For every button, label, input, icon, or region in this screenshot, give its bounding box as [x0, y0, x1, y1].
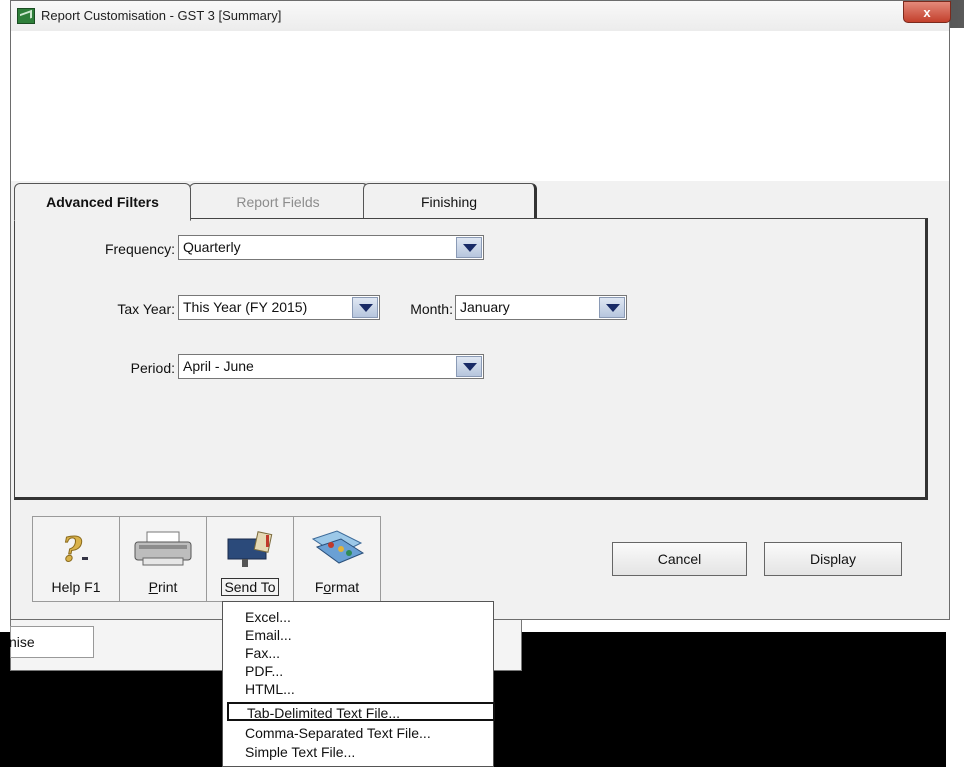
frequency-select[interactable]: Quarterly: [178, 235, 484, 260]
menu-item-simple-text[interactable]: Simple Text File...: [227, 743, 489, 762]
menu-item-email[interactable]: Email...: [227, 626, 489, 645]
tab-advanced-filters[interactable]: Advanced Filters: [14, 183, 191, 221]
tax-year-value: This Year (FY 2015): [183, 299, 308, 315]
send-to-label-text: Send To: [221, 578, 279, 596]
report-app-icon: [17, 8, 35, 24]
tax-year-select[interactable]: This Year (FY 2015): [178, 295, 380, 320]
tax-year-label: Tax Year:: [117, 301, 175, 317]
tab-report-fields-label: Report Fields: [236, 193, 320, 210]
send-to-button-label: Send To: [207, 578, 293, 596]
header-area: [11, 31, 949, 181]
send-to-button[interactable]: Send To: [206, 516, 294, 602]
close-button[interactable]: x: [903, 1, 951, 23]
month-value: January: [460, 299, 510, 315]
window-title: Report Customisation - GST 3 [Summary]: [41, 8, 282, 23]
format-button-label: Format: [314, 579, 360, 595]
print-button[interactable]: Print: [119, 516, 207, 602]
close-icon: x: [923, 4, 931, 20]
chevron-down-icon[interactable]: [456, 356, 482, 377]
background-field-text: nise: [9, 634, 35, 650]
frequency-label: Frequency:: [104, 241, 175, 257]
display-button[interactable]: Display: [764, 542, 902, 576]
menu-item-fax[interactable]: Fax...: [227, 644, 489, 663]
send-to-menu: Excel... Email... Fax... PDF... HTML... …: [222, 601, 495, 767]
chevron-down-icon[interactable]: [456, 237, 482, 258]
mailbox-icon: [227, 531, 273, 567]
menu-item-html[interactable]: HTML...: [227, 680, 489, 699]
tab-finishing-label: Finishing: [420, 193, 478, 210]
period-value: April - June: [183, 358, 254, 374]
tab-advanced-filters-label: Advanced Filters: [46, 194, 159, 210]
svg-text:?: ?: [62, 530, 83, 569]
help-question-icon: ?: [62, 530, 88, 569]
printer-icon: [134, 531, 192, 566]
display-button-label: Display: [810, 551, 856, 567]
month-label: Month:: [410, 301, 453, 317]
menu-item-excel[interactable]: Excel...: [227, 608, 489, 627]
format-palette-icon: [311, 530, 365, 564]
chevron-down-icon[interactable]: [599, 297, 625, 318]
menu-item-pdf[interactable]: PDF...: [227, 662, 489, 681]
month-select[interactable]: January: [455, 295, 627, 320]
menu-item-comma-separated[interactable]: Comma-Separated Text File...: [227, 724, 489, 743]
menu-item-tab-delimited[interactable]: Tab-Delimited Text File...: [227, 702, 495, 721]
format-button[interactable]: Format: [293, 516, 381, 602]
advanced-filters-panel: Frequency: Quarterly Tax Year: This Year…: [14, 218, 928, 500]
report-toolbar: ? Help F1 Print Send To Format: [32, 516, 390, 602]
tab-report-fields[interactable]: Report Fields: [189, 183, 369, 219]
help-button[interactable]: ? Help F1: [32, 516, 120, 602]
cancel-button-label: Cancel: [657, 551, 702, 567]
frequency-value: Quarterly: [183, 239, 241, 255]
background-window-field[interactable]: nise: [9, 626, 94, 658]
tab-finishing[interactable]: Finishing: [363, 183, 537, 219]
help-button-label: Help F1: [51, 579, 101, 595]
title-bar: Report Customisation - GST 3 [Summary] x: [11, 1, 951, 32]
cancel-button[interactable]: Cancel: [612, 542, 747, 576]
print-button-label: Print: [148, 579, 178, 595]
period-select[interactable]: April - June: [178, 354, 484, 379]
period-label: Period:: [130, 360, 175, 376]
chevron-down-icon[interactable]: [352, 297, 378, 318]
